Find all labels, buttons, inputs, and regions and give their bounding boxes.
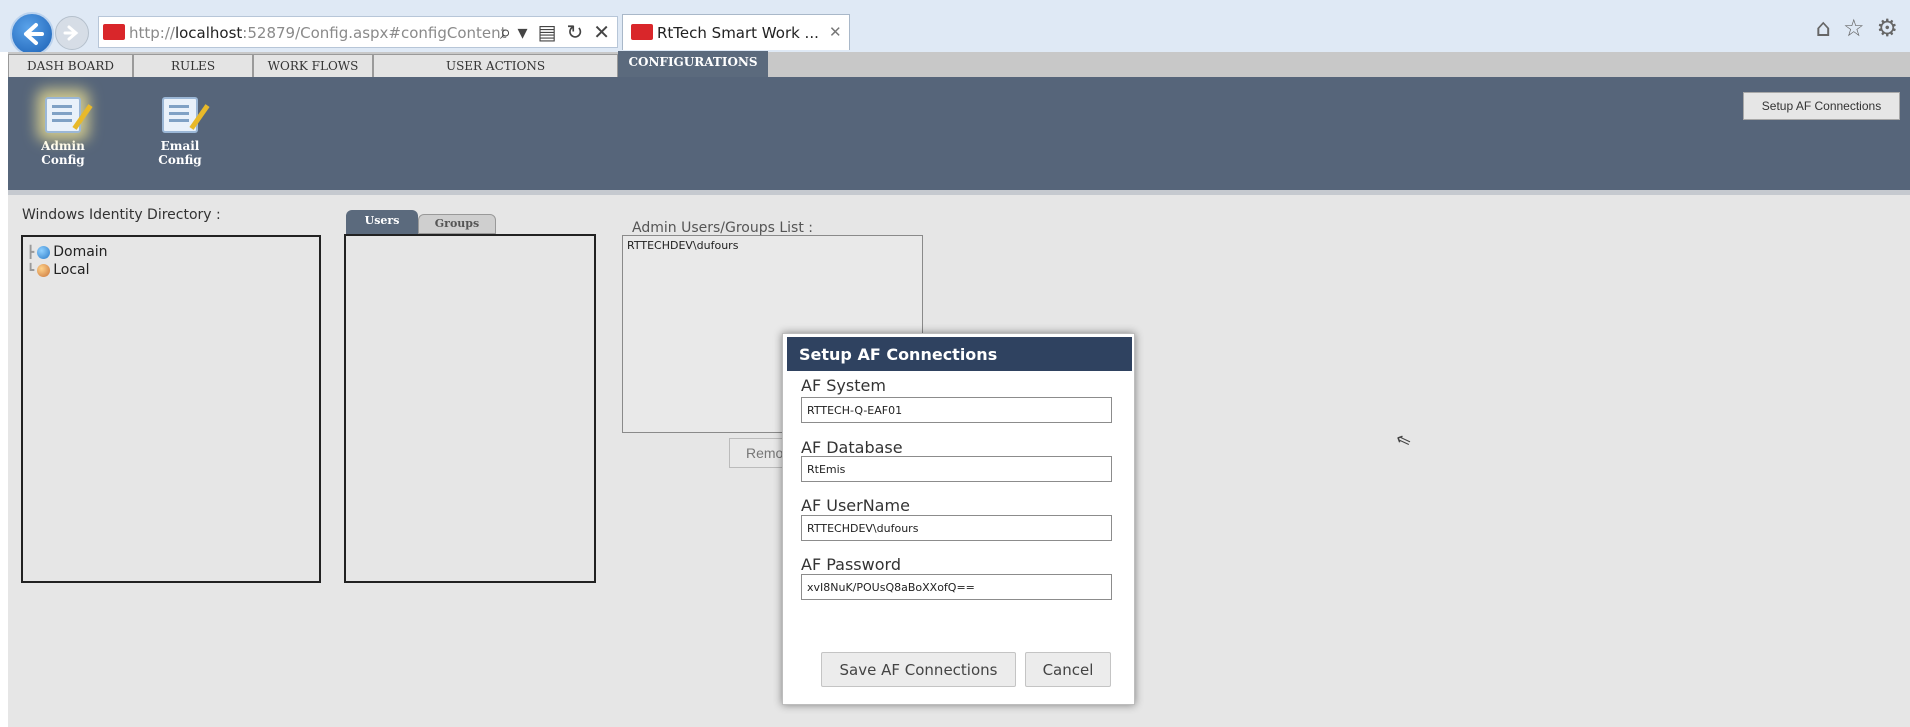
search-dropdown-icon[interactable]: ⌕ ▾ (500, 20, 528, 44)
back-arrow-icon (24, 23, 44, 45)
admin-config-label-line1: Admin (41, 139, 85, 153)
email-config-label-line2: Config (158, 153, 202, 167)
compatibility-view-icon[interactable]: ▤ (538, 20, 557, 44)
save-af-connections-button[interactable]: Save AF Connections (821, 652, 1016, 687)
settings-gear-icon[interactable]: ⚙ (1876, 14, 1898, 42)
email-config-label-line1: Email (160, 139, 200, 153)
url-text[interactable]: http://localhost:52879/Config.aspx#confi… (129, 24, 507, 42)
tree-node-label: Domain (53, 244, 108, 260)
email-config-button[interactable]: Email Config (145, 85, 215, 167)
tab-groups[interactable]: Groups (418, 214, 496, 234)
setup-af-connections-button[interactable]: Setup AF Connections (1743, 92, 1900, 120)
tab-close-icon[interactable]: ✕ (829, 23, 842, 41)
forward-button[interactable] (55, 16, 89, 50)
admin-config-button[interactable]: Admin Config (28, 85, 98, 167)
tree-node-local[interactable]: ┗ Local (27, 262, 90, 278)
af-database-input[interactable] (801, 456, 1112, 482)
content-divider (8, 190, 1910, 195)
tab-dashboard[interactable]: DASH BOARD (8, 54, 133, 77)
tab-user-actions[interactable]: USER ACTIONS (373, 54, 618, 77)
favorites-star-icon[interactable]: ☆ (1843, 14, 1865, 42)
setup-af-connections-dialog: Setup AF Connections AF System AF Databa… (782, 333, 1135, 705)
af-username-label: AF UserName (801, 496, 910, 515)
af-password-label: AF Password (801, 555, 901, 574)
tree-connector: ┗ (27, 263, 35, 277)
tab-title: RtTech Smart Work ... (657, 24, 819, 42)
directory-tree-panel: ┣ Domain ┗ Local (21, 235, 321, 583)
tree-node-label: Local (53, 262, 90, 278)
users-list-panel (344, 234, 596, 583)
af-username-input[interactable] (801, 515, 1112, 541)
site-favicon-icon (103, 24, 125, 40)
admin-config-label-line2: Config (41, 153, 85, 167)
local-globe-icon (37, 263, 51, 277)
refresh-icon[interactable]: ↻ (567, 20, 584, 44)
directory-label: Windows Identity Directory : (22, 207, 221, 223)
tab-rules[interactable]: RULES (133, 54, 253, 77)
af-system-label: AF System (801, 376, 886, 395)
dialog-title: Setup AF Connections (787, 337, 1132, 371)
email-config-icon (162, 97, 198, 133)
tree-node-domain[interactable]: ┣ Domain (27, 244, 108, 260)
address-tools: ⌕ ▾ ▤ ↻ ✕ (500, 16, 610, 48)
af-database-label: AF Database (801, 438, 903, 457)
tab-favicon-icon (631, 24, 653, 40)
browser-tab[interactable]: RtTech Smart Work ... ✕ (622, 14, 850, 50)
af-password-input[interactable] (801, 574, 1112, 600)
home-icon[interactable]: ⌂ (1816, 14, 1831, 42)
browser-icons: ⌂ ☆ ⚙ (1816, 14, 1898, 42)
tab-configurations[interactable]: CONFIGURATIONS (618, 51, 768, 77)
forward-arrow-icon (63, 25, 79, 41)
admin-config-icon (45, 97, 81, 133)
af-system-input[interactable] (801, 397, 1112, 423)
remove-button[interactable]: Remo (729, 438, 789, 468)
admin-list-label: Admin Users/Groups List : (632, 220, 813, 236)
tree-connector: ┣ (27, 245, 35, 259)
tab-users[interactable]: Users (346, 210, 418, 234)
cancel-button[interactable]: Cancel (1025, 652, 1111, 687)
list-item[interactable]: RTTECHDEV\dufours (627, 239, 738, 252)
tab-work-flows[interactable]: WORK FLOWS (253, 54, 373, 77)
browser-toolbar: http://localhost:52879/Config.aspx#confi… (0, 0, 1910, 56)
app-tab-strip: DASH BOARD RULES WORK FLOWS USER ACTIONS… (8, 51, 1910, 77)
domain-globe-icon (37, 245, 51, 259)
stop-icon[interactable]: ✕ (593, 20, 610, 44)
config-toolbar: Admin Config Email Config Setup AF Conne… (8, 77, 1910, 190)
back-button[interactable] (10, 12, 54, 56)
